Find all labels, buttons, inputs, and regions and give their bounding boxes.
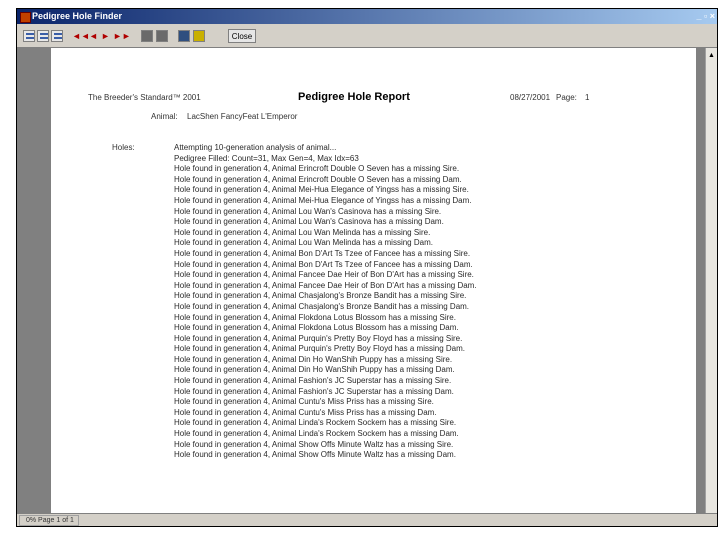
report-line: Hole found in generation 4, Animal Flokd… xyxy=(174,323,459,333)
two-page-icon[interactable] xyxy=(37,30,49,42)
report-line: Hole found in generation 4, Animal Bon D… xyxy=(174,248,471,258)
report-line: Hole found in generation 4, Animal Bon D… xyxy=(174,259,473,269)
prev-page-button[interactable]: ◄ xyxy=(89,30,98,42)
report-viewer-window: Pedigree Hole Finder _ ▫ × ◄◄ ◄ ► ►► Clo… xyxy=(16,8,718,527)
report-line: Hole found in generation 4, Animal Din H… xyxy=(174,365,455,375)
print-setup-icon[interactable] xyxy=(156,30,168,42)
first-page-button[interactable]: ◄◄ xyxy=(72,30,90,42)
export-icon[interactable] xyxy=(193,30,205,42)
report-line: Hole found in generation 4, Animal Purqu… xyxy=(174,333,463,343)
report-line: Hole found in generation 4, Animal Lou W… xyxy=(174,238,433,248)
report-line: Hole found in generation 4, Animal Fashi… xyxy=(174,376,452,386)
report-line: Hole found in generation 4, Animal Cuntu… xyxy=(174,407,437,417)
page-number: 1 xyxy=(585,93,590,102)
report-line: Hole found in generation 4, Animal Cuntu… xyxy=(174,397,434,407)
page-label: Page: xyxy=(556,93,577,102)
next-page-button[interactable]: ► xyxy=(101,30,110,42)
report-line: Hole found in generation 4, Animal Lou W… xyxy=(174,217,444,227)
report-line: Hole found in generation 4, Animal Show … xyxy=(174,439,454,449)
animal-name: LacShen FancyFeat L'Emperor xyxy=(187,112,298,121)
scroll-up-icon[interactable]: ▲ xyxy=(708,52,715,59)
report-line: Hole found in generation 4, Animal Flokd… xyxy=(174,312,456,322)
report-line: Hole found in generation 4, Animal Din H… xyxy=(174,354,453,364)
report-line: Hole found in generation 4, Animal Chasj… xyxy=(174,291,467,301)
window-title: Pedigree Hole Finder xyxy=(32,11,123,21)
report-line: Hole found in generation 4, Animal Show … xyxy=(174,450,456,460)
report-line: Hole found in generation 4, Animal Erinc… xyxy=(174,174,462,184)
status-bar: 0% Page 1 of 1 xyxy=(17,513,717,526)
report-line: Hole found in generation 4, Animal Linda… xyxy=(174,418,457,428)
save-icon[interactable] xyxy=(178,30,190,42)
report-line: Attempting 10-generation analysis of ani… xyxy=(174,143,337,152)
vertical-scrollbar[interactable]: ▲ xyxy=(705,48,717,515)
single-page-icon[interactable] xyxy=(23,30,35,42)
title-bar: Pedigree Hole Finder _ ▫ × xyxy=(17,9,717,24)
animal-label: Animal: xyxy=(151,112,178,121)
report-line: Hole found in generation 4, Animal Mei-H… xyxy=(174,185,469,195)
app-icon xyxy=(20,12,31,23)
print-icon[interactable] xyxy=(141,30,153,42)
holes-label: Holes: xyxy=(112,143,135,152)
report-line: Hole found in generation 4, Animal Lou W… xyxy=(174,206,442,216)
toolbar: ◄◄ ◄ ► ►► Close xyxy=(17,25,717,48)
report-page: The Breeder's Standard™ 2001 Pedigree Ho… xyxy=(51,48,696,515)
report-line: Hole found in generation 4, Animal Mei-H… xyxy=(174,195,472,205)
report-line: Hole found in generation 4, Animal Fashi… xyxy=(174,386,454,396)
report-line: Hole found in generation 4, Animal Lou W… xyxy=(174,227,431,237)
report-line: Hole found in generation 4, Animal Fance… xyxy=(174,270,474,280)
report-line: Hole found in generation 4, Animal Erinc… xyxy=(174,164,460,174)
multi-page-icon[interactable] xyxy=(51,30,63,42)
last-page-button[interactable]: ►► xyxy=(113,30,131,42)
close-button[interactable]: Close xyxy=(228,29,256,43)
report-line: Pedigree Filled: Count=31, Max Gen=4, Ma… xyxy=(174,153,359,163)
report-title: Pedigree Hole Report xyxy=(298,91,410,103)
report-line: Hole found in generation 4, Animal Purqu… xyxy=(174,344,466,354)
status-text: 0% Page 1 of 1 xyxy=(19,515,79,526)
product-name: The Breeder's Standard™ 2001 xyxy=(88,93,201,102)
report-line: Hole found in generation 4, Animal Chasj… xyxy=(174,301,470,311)
report-line: Hole found in generation 4, Animal Linda… xyxy=(174,429,459,439)
report-line: Hole found in generation 4, Animal Fance… xyxy=(174,280,477,290)
window-controls[interactable]: _ ▫ × xyxy=(697,9,715,24)
report-date: 08/27/2001 xyxy=(510,93,551,102)
report-viewport[interactable]: The Breeder's Standard™ 2001 Pedigree Ho… xyxy=(17,48,705,515)
holes-list: Attempting 10-generation analysis of ani… xyxy=(174,143,477,461)
